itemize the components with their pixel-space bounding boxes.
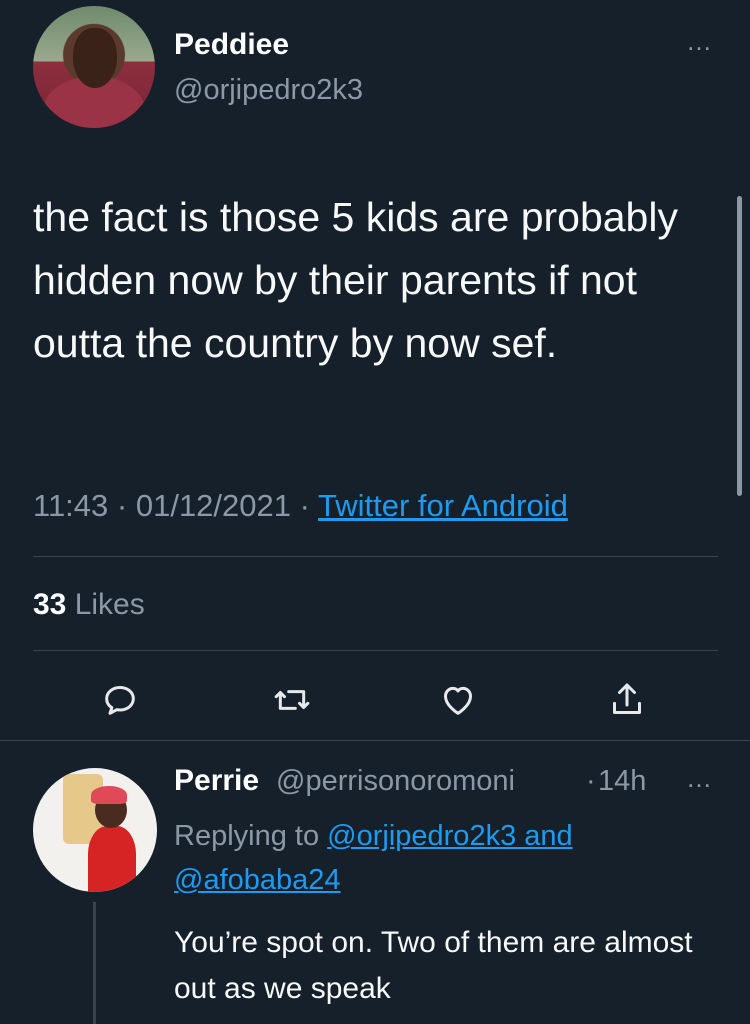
like-icon: [444, 686, 472, 715]
more-options-icon[interactable]: …: [686, 26, 714, 57]
divider: [33, 556, 718, 557]
likes-stat[interactable]: 33 Likes: [33, 588, 145, 622]
replying-to-label: Replying to: [174, 820, 328, 852]
likes-label: Likes: [66, 588, 145, 621]
replying-to-link-2[interactable]: @afobaba24: [174, 864, 341, 896]
avatar-face: [73, 28, 117, 88]
reply-author-avatar[interactable]: [33, 768, 157, 892]
meta-separator: ·: [108, 488, 136, 523]
reply-more-options-icon[interactable]: …: [686, 763, 714, 794]
retweet-button[interactable]: [272, 680, 312, 720]
avatar-hat: [91, 786, 127, 804]
tweet-time: 11:43: [33, 488, 109, 523]
tweet-meta: 11:43 · 01/12/2021 · Twitter for Android: [33, 488, 568, 524]
reply-meta-separator: ·: [586, 765, 596, 797]
replying-to-link-1[interactable]: @orjipedro2k3 and: [327, 820, 572, 852]
replying-to: Replying to @orjipedro2k3 and @afobaba24: [174, 814, 694, 902]
author-name[interactable]: Peddiee: [174, 28, 289, 62]
share-icon: [613, 683, 641, 714]
reply-time[interactable]: 14h: [598, 765, 646, 798]
reply-text: You’re spot on. Two of them are almost o…: [174, 926, 693, 1005]
reply-author-name[interactable]: Perrie: [174, 764, 259, 798]
divider: [33, 650, 718, 651]
author-handle[interactable]: @orjipedro2k3: [174, 74, 363, 107]
thread-line: [93, 902, 96, 1024]
avatar-shirt: [88, 826, 136, 892]
share-button[interactable]: [607, 680, 647, 720]
retweet-icon: [274, 690, 310, 710]
likes-count: 33: [33, 588, 67, 621]
tweet-text: the fact is those 5 kids are probably hi…: [33, 194, 678, 366]
tweet-date: 01/12/2021: [135, 488, 291, 523]
reply-author-handle[interactable]: @perrisonoromoni: [276, 765, 515, 798]
meta-separator: ·: [291, 488, 318, 523]
section-separator: [0, 740, 750, 741]
like-button[interactable]: [438, 680, 478, 720]
reply-icon: [105, 686, 135, 715]
scrollbar[interactable]: [737, 196, 742, 496]
reply-button[interactable]: [100, 680, 140, 720]
tweet-source-link[interactable]: Twitter for Android: [318, 488, 568, 523]
author-avatar[interactable]: [33, 6, 155, 128]
